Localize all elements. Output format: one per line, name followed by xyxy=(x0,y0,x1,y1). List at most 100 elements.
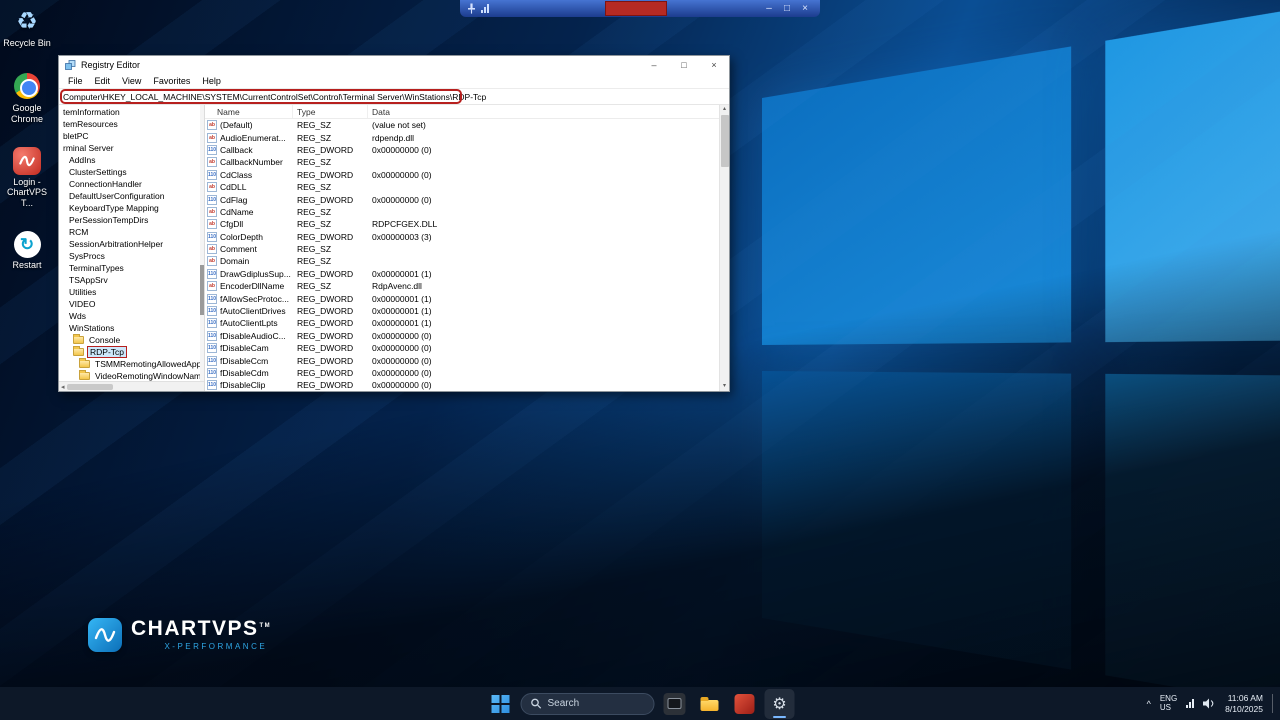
tree-item[interactable]: VIDEO xyxy=(59,298,204,310)
tree-item-label: TSAppSrv xyxy=(69,275,108,285)
menu-item-view[interactable]: View xyxy=(116,76,147,86)
column-header-data[interactable]: Data xyxy=(368,107,719,117)
tree-item[interactable]: bletPC xyxy=(59,130,204,142)
scroll-left-arrow-icon[interactable]: ◂ xyxy=(59,383,67,391)
menu-item-favorites[interactable]: Favorites xyxy=(147,76,196,86)
minimize-button[interactable]: – xyxy=(639,56,669,74)
registry-value-row[interactable]: fDisableClip REG_DWORD 0x00000000 (0) xyxy=(205,379,719,391)
rdp-close-button[interactable]: × xyxy=(797,0,813,17)
rdp-connection-bar[interactable]: – □ × xyxy=(460,0,820,17)
column-header-name[interactable]: Name xyxy=(205,105,293,118)
tree-item[interactable]: SessionArbitrationHelper xyxy=(59,238,204,250)
registry-value-row[interactable]: Domain REG_SZ xyxy=(205,255,719,267)
desktop-icon-restart[interactable]: Restart xyxy=(2,231,52,270)
registry-value-row[interactable]: ColorDepth REG_DWORD 0x00000003 (3) xyxy=(205,231,719,243)
tree-item[interactable]: PerSessionTempDirs xyxy=(59,214,204,226)
registry-value-row[interactable]: (Default) REG_SZ (value not set) xyxy=(205,119,719,131)
tree-item[interactable]: AddIns xyxy=(59,154,204,166)
tree-item[interactable]: Console xyxy=(59,334,204,346)
registry-value-row[interactable]: fDisableAudioC... REG_DWORD 0x00000000 (0) xyxy=(205,330,719,342)
registry-value-row[interactable]: fAutoClientLpts REG_DWORD 0x00000001 (1) xyxy=(205,317,719,329)
registry-value-row[interactable]: DrawGdiplusSup... REG_DWORD 0x00000001 (1) xyxy=(205,268,719,280)
rdp-minimize-button[interactable]: – xyxy=(761,0,777,17)
tree-item[interactable]: RDP-Tcp xyxy=(59,346,204,358)
tree-item[interactable]: ClusterSettings xyxy=(59,166,204,178)
language-indicator[interactable]: ENG US xyxy=(1160,694,1177,713)
maximize-button[interactable]: □ xyxy=(669,56,699,74)
pin-icon[interactable] xyxy=(467,3,476,14)
reg-dword-icon xyxy=(207,306,217,317)
values-vertical-scrollbar[interactable]: ▴ ▾ xyxy=(719,105,729,391)
address-bar[interactable]: Computer\HKEY_LOCAL_MACHINE\SYSTEM\Curre… xyxy=(59,89,729,105)
settings-gear-button[interactable] xyxy=(764,688,795,719)
dark-window-app-button[interactable] xyxy=(660,689,690,719)
column-header-type[interactable]: Type xyxy=(293,105,368,118)
value-name: Comment xyxy=(205,244,293,255)
scrollbar-thumb[interactable] xyxy=(200,265,204,315)
tree-vertical-scrollbar[interactable] xyxy=(200,105,204,381)
registry-value-row[interactable]: CdName REG_SZ xyxy=(205,206,719,218)
close-button[interactable]: × xyxy=(699,56,729,74)
start-button[interactable] xyxy=(486,689,516,719)
value-name: fDisableClip xyxy=(205,380,293,391)
value-name: fAutoClientDrives xyxy=(205,306,293,317)
tree-item[interactable]: rminal Server xyxy=(59,142,204,154)
menu-item-help[interactable]: Help xyxy=(196,76,227,86)
registry-value-row[interactable]: CallbackNumber REG_SZ xyxy=(205,156,719,168)
volume-icon[interactable] xyxy=(1203,698,1216,709)
tree-item[interactable]: DefaultUserConfiguration xyxy=(59,190,204,202)
tree-item[interactable]: WinStations xyxy=(59,322,204,334)
network-icon[interactable] xyxy=(1186,699,1195,708)
registry-editor-window: Registry Editor – □ × File Edit View Favori… xyxy=(58,55,730,392)
tree-horizontal-scrollbar[interactable]: ◂ xyxy=(59,381,204,391)
tree-item[interactable]: temInformation xyxy=(59,106,204,118)
file-explorer-button[interactable] xyxy=(695,689,725,719)
registry-value-row[interactable]: AudioEnumerat... REG_SZ rdpendp.dll xyxy=(205,131,719,143)
scrollbar-thumb[interactable] xyxy=(720,115,729,167)
scrollbar-thumb[interactable] xyxy=(66,383,113,390)
tree-item[interactable]: Wds xyxy=(59,310,204,322)
tree-item[interactable]: SysProcs xyxy=(59,250,204,262)
tree-item[interactable]: RCM xyxy=(59,226,204,238)
registry-value-row[interactable]: EncoderDllName REG_SZ RdpAvenc.dll xyxy=(205,280,719,292)
tree-item[interactable]: TSAppSrv xyxy=(59,274,204,286)
taskbar-search[interactable]: Search xyxy=(520,692,655,715)
registry-value-row[interactable]: fAutoClientDrives REG_DWORD 0x00000001 (1) xyxy=(205,305,719,317)
media-app-button[interactable] xyxy=(730,689,760,719)
menu-item-file[interactable]: File xyxy=(62,76,89,86)
tree-item[interactable]: TerminalTypes xyxy=(59,262,204,274)
value-name-text: Domain xyxy=(220,256,250,267)
tree-item-label: SessionArbitrationHelper xyxy=(69,239,164,249)
desktop-icon-chartvps-login[interactable]: Login - ChartVPS T... xyxy=(2,147,52,208)
desktop-icon-recycle-bin[interactable]: Recycle Bin xyxy=(2,6,52,48)
clock[interactable]: 11:06 AM 8/10/2025 xyxy=(1225,693,1263,714)
value-name: Domain xyxy=(205,256,293,267)
tree-item[interactable]: TSMMRemotingAllowedApps xyxy=(59,358,204,370)
registry-value-row[interactable]: fDisableCdm REG_DWORD 0x00000000 (0) xyxy=(205,367,719,379)
registry-value-row[interactable]: fAllowSecProtoc... REG_DWORD 0x00000001 (1… xyxy=(205,292,719,304)
tree-item[interactable]: KeyboardType Mapping xyxy=(59,202,204,214)
title-bar[interactable]: Registry Editor – □ × xyxy=(59,56,729,74)
tree-item[interactable]: temResources xyxy=(59,118,204,130)
registry-value-row[interactable]: Comment REG_SZ xyxy=(205,243,719,255)
tree-item[interactable]: Utilities xyxy=(59,286,204,298)
menu-item-edit[interactable]: Edit xyxy=(89,76,117,86)
desktop-icon-chrome[interactable]: Google Chrome xyxy=(2,71,52,124)
registry-value-row[interactable]: CdDLL REG_SZ xyxy=(205,181,719,193)
registry-value-row[interactable]: Callback REG_DWORD 0x00000000 (0) xyxy=(205,144,719,156)
registry-value-row[interactable]: fDisableCcm REG_DWORD 0x00000000 (0) xyxy=(205,354,719,366)
registry-value-row[interactable]: CdClass REG_DWORD 0x00000000 (0) xyxy=(205,169,719,181)
value-data: 0x00000001 (1) xyxy=(372,318,432,329)
reg-dword-icon xyxy=(207,380,217,391)
scroll-up-arrow-icon[interactable]: ▴ xyxy=(723,105,726,114)
show-desktop-button[interactable] xyxy=(1272,693,1276,714)
registry-value-row[interactable]: CdFlag REG_DWORD 0x00000000 (0) xyxy=(205,193,719,205)
registry-value-row[interactable]: CfgDll REG_SZ RDPCFGEX.DLL xyxy=(205,218,719,230)
tree-item-label: VIDEO xyxy=(69,299,96,309)
registry-value-row[interactable]: fDisableCam REG_DWORD 0x00000000 (0) xyxy=(205,342,719,354)
rdp-restore-button[interactable]: □ xyxy=(779,0,795,17)
tree-item-label: KeyboardType Mapping xyxy=(69,203,159,213)
scroll-down-arrow-icon[interactable]: ▾ xyxy=(723,382,726,391)
tray-chevron-icon[interactable]: ^ xyxy=(1147,699,1151,709)
tree-item[interactable]: ConnectionHandler xyxy=(59,178,204,190)
